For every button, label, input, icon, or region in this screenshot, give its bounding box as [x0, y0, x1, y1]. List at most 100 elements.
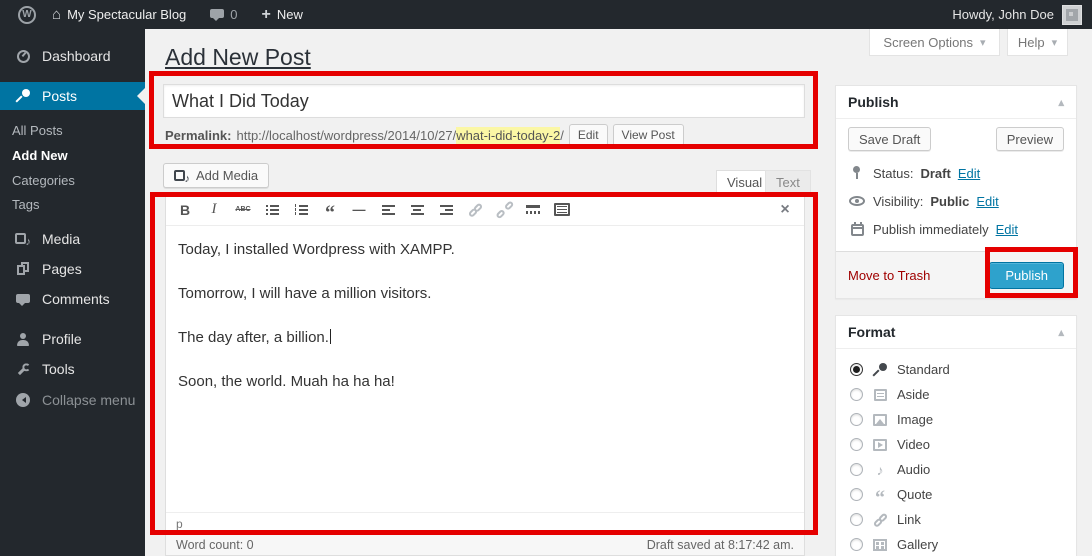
bold-button[interactable]: B	[174, 199, 196, 221]
tools-icon	[13, 363, 33, 376]
align-left-button[interactable]	[377, 199, 399, 221]
format-option-audio[interactable]: ♪ Audio	[850, 457, 1062, 482]
sidebar-item-profile[interactable]: Profile	[0, 325, 145, 353]
horizontal-rule-button[interactable]: —	[348, 199, 370, 221]
wordpress-admin-screen: W ⌂ My Spectacular Blog 0 + New Howdy, J…	[0, 0, 1092, 556]
status-row: Status: Draft Edit	[848, 159, 1064, 187]
sidebar-item-posts[interactable]: Posts	[0, 82, 145, 110]
edit-visibility-link[interactable]: Edit	[976, 194, 998, 209]
tab-text[interactable]: Text	[765, 170, 811, 193]
permalink-label: Permalink:	[165, 128, 231, 143]
format-panel-header[interactable]: Format ▴	[836, 316, 1076, 349]
bulleted-list-button[interactable]	[261, 199, 283, 221]
visibility-value: Public	[930, 194, 969, 209]
more-tag-icon	[526, 205, 540, 214]
home-icon: ⌂	[52, 7, 61, 22]
align-center-button[interactable]	[406, 199, 428, 221]
sidebar-item-tools[interactable]: Tools	[0, 355, 145, 383]
format-option-image[interactable]: Image	[850, 407, 1062, 432]
sidebar-item-comments[interactable]: Comments	[0, 285, 145, 313]
format-radio-gallery[interactable]	[850, 538, 863, 551]
collapse-toggle-icon[interactable]: ▴	[1058, 96, 1064, 109]
admin-bar-new-menu[interactable]: + New	[254, 0, 311, 29]
editor-content[interactable]: Today, I installed Wordpress with XAMPP.…	[166, 226, 804, 392]
strikethrough-button[interactable]: ABC	[232, 199, 254, 221]
save-draft-button[interactable]: Save Draft	[848, 127, 931, 151]
pushpin-icon	[871, 363, 889, 377]
site-name-link[interactable]: ⌂ My Spectacular Blog	[44, 0, 194, 29]
screen-options-tab[interactable]: Screen Options ▾	[869, 29, 1000, 56]
autosave-status: Draft saved at 8:17:42 am.	[647, 538, 794, 552]
align-center-icon	[411, 205, 424, 215]
edit-schedule-link[interactable]: Edit	[996, 222, 1018, 237]
more-tag-button[interactable]	[522, 199, 544, 221]
status-value: Draft	[920, 166, 950, 181]
avatar[interactable]	[1062, 5, 1082, 25]
toolbar-toggle-icon	[554, 203, 570, 216]
sidebar-item-media[interactable]: Media	[0, 225, 145, 253]
comments-icon	[13, 293, 33, 306]
add-media-label: Add Media	[196, 168, 258, 183]
submenu-all-posts[interactable]: All Posts	[0, 118, 145, 143]
submenu-categories[interactable]: Categories	[0, 168, 145, 193]
format-option-aside[interactable]: Aside	[850, 382, 1062, 407]
format-radio-video[interactable]	[850, 438, 863, 451]
content-area: Screen Options ▾ Help ▾ Add New Post Per…	[145, 29, 1092, 556]
format-radio-standard[interactable]	[850, 363, 863, 376]
plus-icon: +	[262, 7, 271, 23]
align-right-button[interactable]	[435, 199, 457, 221]
remove-link-button[interactable]	[493, 199, 515, 221]
publish-button[interactable]: Publish	[989, 262, 1064, 289]
format-radio-image[interactable]	[850, 413, 863, 426]
format-option-label: Audio	[897, 462, 930, 477]
format-option-link[interactable]: Link	[850, 507, 1062, 532]
permalink-row: Permalink: http://localhost/wordpress/20…	[165, 124, 684, 146]
edit-status-link[interactable]: Edit	[958, 166, 980, 181]
user-icon	[13, 333, 33, 346]
status-label: Status:	[873, 166, 913, 181]
admin-bar-comments[interactable]: 0	[202, 0, 245, 29]
schedule-text: Publish immediately	[873, 222, 989, 237]
add-media-button[interactable]: Add Media	[163, 163, 269, 188]
format-radio-aside[interactable]	[850, 388, 863, 401]
sidebar-item-pages[interactable]: Pages	[0, 255, 145, 283]
post-title-input[interactable]	[163, 84, 805, 118]
move-to-trash-link[interactable]: Move to Trash	[848, 268, 930, 283]
admin-bar: W ⌂ My Spectacular Blog 0 + New Howdy, J…	[0, 0, 1092, 29]
format-option-video[interactable]: Video	[850, 432, 1062, 457]
format-option-standard[interactable]: Standard	[850, 357, 1062, 382]
collapse-toggle-icon[interactable]: ▴	[1058, 326, 1064, 339]
sidebar-item-collapse-menu[interactable]: Collapse menu	[0, 386, 145, 414]
fullscreen-icon: ×	[780, 201, 789, 219]
numbered-list-button[interactable]	[290, 199, 312, 221]
preview-button[interactable]: Preview	[996, 127, 1064, 151]
view-post-button[interactable]: View Post	[613, 124, 684, 146]
howdy-account-menu[interactable]: Howdy, John Doe	[952, 7, 1054, 22]
help-tab[interactable]: Help ▾	[1007, 29, 1068, 56]
submenu-add-new[interactable]: Add New	[0, 143, 145, 168]
format-option-gallery[interactable]: Gallery	[850, 532, 1062, 556]
wordpress-logo-menu[interactable]: W	[10, 0, 44, 29]
fullscreen-button[interactable]: ×	[774, 199, 796, 221]
format-radio-quote[interactable]	[850, 488, 863, 501]
toolbar-toggle-button[interactable]	[551, 199, 573, 221]
format-option-quote[interactable]: “ Quote	[850, 482, 1062, 507]
insert-link-button[interactable]	[464, 199, 486, 221]
chevron-down-icon: ▾	[1052, 36, 1058, 49]
format-options-list: Standard Aside Image Video	[836, 349, 1076, 556]
submenu-tags[interactable]: Tags	[0, 192, 145, 217]
blockquote-button[interactable]: “	[319, 199, 341, 221]
chevron-down-icon: ▾	[980, 36, 986, 49]
format-option-label: Quote	[897, 487, 932, 502]
format-radio-audio[interactable]	[850, 463, 863, 476]
quote-icon: “	[871, 489, 889, 500]
edit-permalink-button[interactable]: Edit	[569, 124, 608, 146]
bulleted-list-icon	[266, 205, 279, 215]
sidebar-item-dashboard[interactable]: Dashboard	[0, 42, 145, 70]
path-element[interactable]: p	[176, 517, 183, 531]
status-pin-icon	[848, 166, 866, 180]
italic-button[interactable]: I	[203, 199, 225, 221]
publish-panel-header[interactable]: Publish ▴	[836, 86, 1076, 119]
editor-paragraph: The day after, a billion.	[178, 327, 792, 348]
format-radio-link[interactable]	[850, 513, 863, 526]
